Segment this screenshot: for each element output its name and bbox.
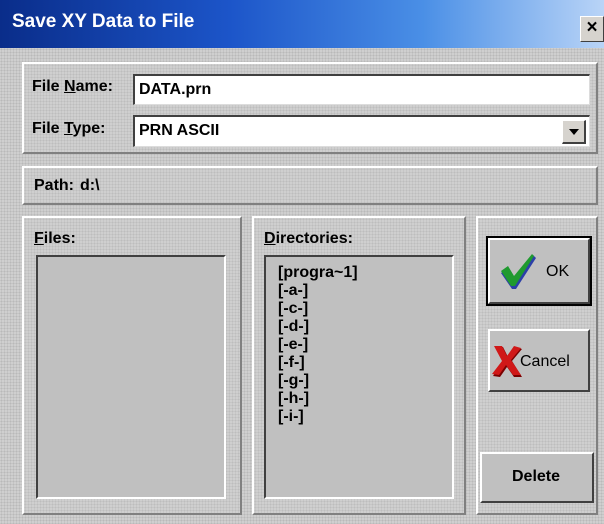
save-xy-dialog: Save XY Data to File × File Name: DATA.p… [0, 0, 604, 524]
file-name-input[interactable]: DATA.prn [133, 74, 590, 105]
title-bar[interactable]: Save XY Data to File [0, 0, 604, 48]
close-button[interactable]: × [580, 16, 604, 42]
ok-button[interactable]: OK [488, 238, 590, 304]
dialog-title: Save XY Data to File [12, 11, 195, 32]
file-type-value: PRN ASCII [139, 122, 220, 139]
file-name-label: File Name: [32, 78, 113, 95]
directory-item[interactable]: [-a-] [266, 282, 452, 300]
directory-item[interactable]: [-f-] [266, 354, 452, 372]
path-label: Path: [34, 177, 74, 194]
directory-item[interactable]: [-h-] [266, 390, 452, 408]
directory-item[interactable]: [-g-] [266, 372, 452, 390]
files-list[interactable] [36, 255, 226, 499]
directory-item[interactable]: [-d-] [266, 318, 452, 336]
chevron-down-icon[interactable] [562, 120, 586, 144]
delete-button-label: Delete [512, 468, 561, 485]
path-value: d:\ [80, 177, 100, 194]
file-type-label: File Type: [32, 120, 106, 137]
files-label: Files: [34, 230, 76, 247]
cancel-button[interactable]: Cancel [488, 329, 590, 392]
close-icon: × [586, 17, 598, 38]
file-type-select[interactable]: PRN ASCII [133, 115, 590, 147]
directories-label: Directories: [264, 230, 353, 247]
directory-item[interactable]: [progra~1] [266, 264, 452, 282]
ok-button-label: OK [546, 263, 570, 280]
path-group [22, 166, 598, 205]
cancel-button-label: Cancel [520, 353, 570, 370]
directory-item[interactable]: [-e-] [266, 336, 452, 354]
checkmark-icon [501, 254, 536, 289]
directory-item[interactable]: [-i-] [266, 408, 452, 426]
delete-button[interactable]: Delete [480, 452, 594, 503]
directory-item[interactable]: [-c-] [266, 300, 452, 318]
directories-list[interactable]: [progra~1] [-a-] [-c-] [-d-] [-e-] [-f-]… [264, 255, 454, 499]
